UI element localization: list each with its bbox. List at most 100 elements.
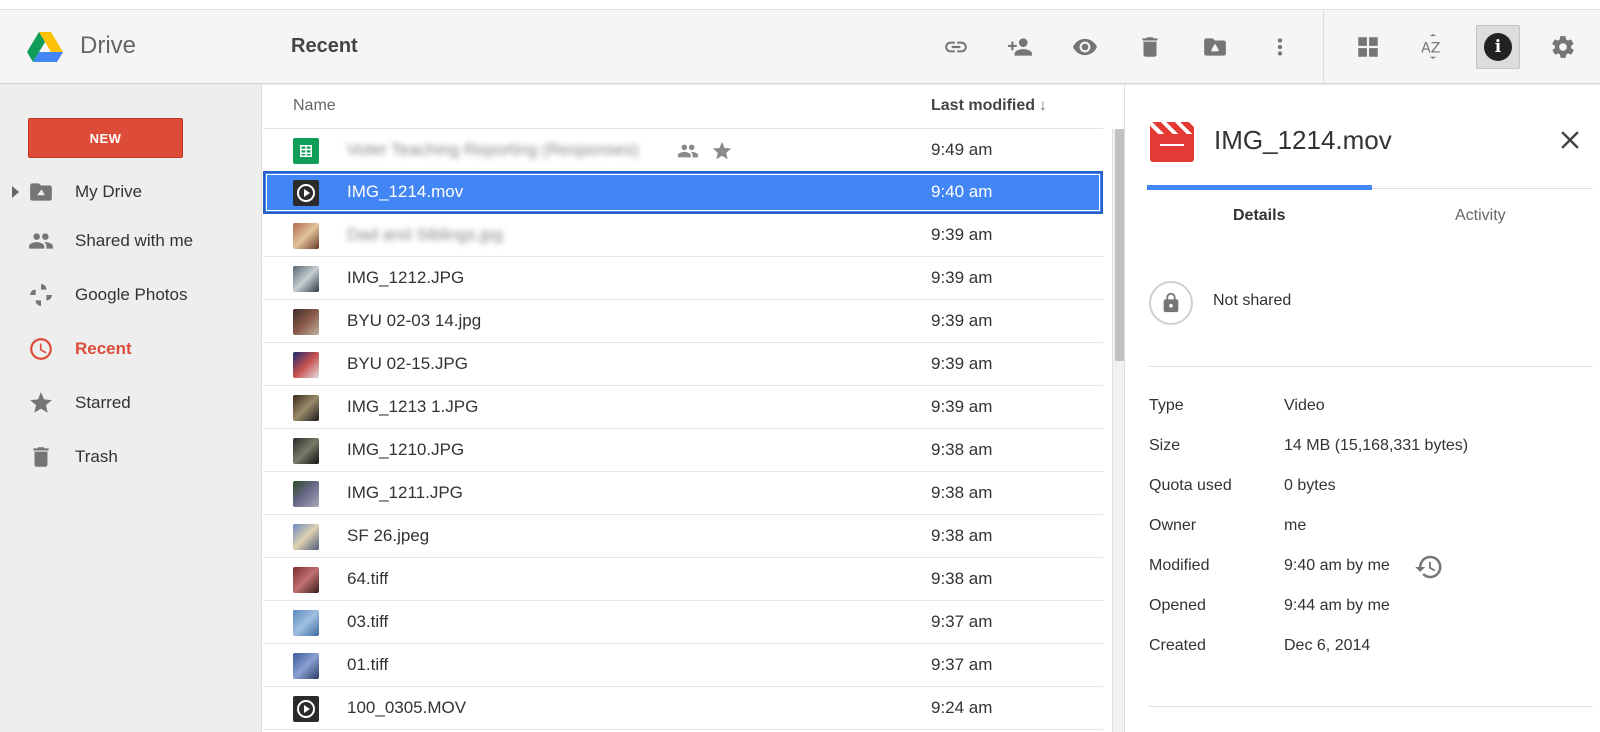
image-thumbnail [293, 266, 319, 292]
modified-time: 9:38 am [931, 526, 993, 545]
sort-az-icon[interactable]: AZ [1415, 29, 1451, 65]
table-row[interactable]: IMG_1213 1.JPG 9:39 am [263, 386, 1103, 429]
drive-folder-icon [27, 178, 55, 206]
table-row[interactable]: BYU 02-03 14.jpg 9:39 am [263, 300, 1103, 343]
prop-label-owner: Owner [1149, 517, 1197, 534]
file-name: BYU 02-03 14.jpg [347, 311, 482, 330]
sidebar-item-trash[interactable]: Trash [0, 437, 262, 477]
table-row[interactable]: Dad and Siblings.jpg 9:39 am [263, 214, 1103, 257]
active-tab-indicator [1147, 185, 1372, 190]
file-list: Name Last modified ↓ Voter Teaching Repor… [263, 85, 1125, 732]
modified-time: 9:39 am [931, 268, 993, 287]
details-panel: IMG_1214.mov Details Activity Not shared… [1124, 85, 1600, 732]
table-row[interactable]: IMG_1212.JPG 9:39 am [263, 257, 1103, 300]
table-row[interactable]: 03.tiff 9:37 am [263, 601, 1103, 644]
lock-icon [1149, 281, 1193, 325]
details-title: IMG_1214.mov [1214, 125, 1392, 155]
prop-value-owner: me [1284, 517, 1307, 534]
sidebar-item-shared[interactable]: Shared with me [0, 221, 262, 261]
file-name: BYU 02-15.JPG [347, 354, 468, 373]
prop-label-type: Type [1149, 397, 1184, 414]
trash-icon[interactable] [1132, 29, 1168, 65]
table-row[interactable]: 01.tiff 9:37 am [263, 644, 1103, 687]
gear-icon[interactable] [1545, 29, 1581, 65]
share-status: Not shared [1213, 292, 1292, 309]
sidebar-item-recent[interactable]: Recent [0, 329, 262, 369]
divider [1149, 706, 1593, 707]
table-row[interactable]: BYU 02-15.JPG 9:39 am [263, 343, 1103, 386]
prop-label-created: Created [1149, 637, 1206, 654]
column-header-last-modified[interactable]: Last modified ↓ [931, 97, 1047, 115]
modified-time: 9:39 am [931, 225, 993, 244]
eye-icon[interactable] [1067, 29, 1103, 65]
tab-activity[interactable]: Activity [1455, 207, 1506, 225]
move-to-drive-icon[interactable] [1197, 29, 1233, 65]
column-header-label: Last modified [931, 97, 1036, 114]
table-row-selected[interactable]: IMG_1214.mov 9:40 am [263, 171, 1103, 214]
modified-time: 9:38 am [931, 569, 993, 588]
prop-label-opened: Opened [1149, 597, 1206, 614]
info-icon[interactable]: i [1476, 25, 1520, 69]
file-name: 100_0305.MOV [347, 698, 467, 717]
add-person-icon[interactable] [1002, 29, 1038, 65]
file-name: IMG_1210.JPG [347, 440, 465, 459]
image-thumbnail [293, 223, 319, 249]
expand-caret-icon[interactable] [12, 186, 19, 198]
grid-view-icon[interactable] [1350, 29, 1386, 65]
video-thumbnail [293, 696, 319, 722]
spreadsheet-icon [293, 138, 319, 164]
column-header-name[interactable]: Name [293, 97, 336, 115]
tab-details[interactable]: Details [1233, 207, 1285, 225]
file-name: IMG_1211.JPG [347, 483, 463, 502]
table-row[interactable]: IMG_1211.JPG 9:38 am [263, 472, 1103, 515]
prop-label-modified: Modified [1149, 557, 1210, 574]
video-file-icon [1150, 122, 1194, 162]
table-row[interactable]: 64.tiff 9:38 am [263, 558, 1103, 601]
table-row[interactable]: Voter Teaching Reporting (Responses) 9:4… [263, 129, 1103, 172]
sidebar-item-google-photos[interactable]: Google Photos [0, 275, 262, 315]
file-name: IMG_1212.JPG [347, 268, 465, 287]
prop-label-quota: Quota used [1149, 477, 1232, 494]
modified-time: 9:38 am [931, 440, 993, 459]
app-name: Drive [80, 32, 137, 59]
modified-time: 9:39 am [931, 397, 993, 416]
image-thumbnail [293, 481, 319, 507]
video-thumbnail [293, 180, 319, 206]
file-name: IMG_1213 1.JPG [347, 397, 479, 416]
sidebar-item-starred[interactable]: Starred [0, 383, 262, 423]
star-icon[interactable] [711, 140, 733, 162]
modified-time: 9:24 am [931, 698, 993, 717]
trash-icon [27, 443, 55, 471]
sidebar-item-label: Google Photos [75, 285, 188, 304]
more-vert-icon[interactable] [1262, 29, 1298, 65]
modified-time: 9:37 am [931, 655, 993, 674]
table-row[interactable]: 100_0305.MOV 9:24 am [263, 687, 1103, 730]
image-thumbnail [293, 524, 319, 550]
header-bar: Drive Recent AZ i [0, 10, 1600, 84]
sidebar: NEW My Drive Shared with me Google Photo… [0, 85, 262, 732]
close-icon[interactable] [1555, 125, 1585, 155]
scrollbar-thumb[interactable] [1115, 129, 1124, 361]
version-history-icon[interactable] [1414, 552, 1444, 582]
image-thumbnail [293, 395, 319, 421]
prop-value-opened: 9:44 am by me [1284, 597, 1390, 614]
prop-value-quota: 0 bytes [1284, 477, 1336, 494]
prop-value-size: 14 MB (15,168,331 bytes) [1284, 437, 1469, 454]
sidebar-item-label: Starred [75, 393, 131, 412]
sidebar-item-label: Recent [75, 339, 132, 358]
table-row[interactable]: IMG_1210.JPG 9:38 am [263, 429, 1103, 472]
sidebar-item-label: Shared with me [75, 231, 194, 250]
link-icon[interactable] [938, 29, 974, 65]
image-thumbnail [293, 438, 319, 464]
table-row[interactable]: SF 26.jpeg 9:38 am [263, 515, 1103, 558]
sidebar-item-my-drive[interactable]: My Drive [0, 172, 262, 212]
prop-value-modified: 9:40 am by me [1284, 557, 1390, 574]
file-name: 64.tiff [347, 569, 389, 588]
toolbar-divider [1323, 10, 1324, 84]
prop-label-size: Size [1149, 437, 1181, 454]
drive-logo-icon[interactable] [27, 32, 63, 62]
divider [1149, 366, 1593, 367]
file-name: Dad and Siblings.jpg [347, 225, 503, 244]
prop-value-created: Dec 6, 2014 [1284, 637, 1371, 654]
new-button[interactable]: NEW [28, 118, 183, 158]
